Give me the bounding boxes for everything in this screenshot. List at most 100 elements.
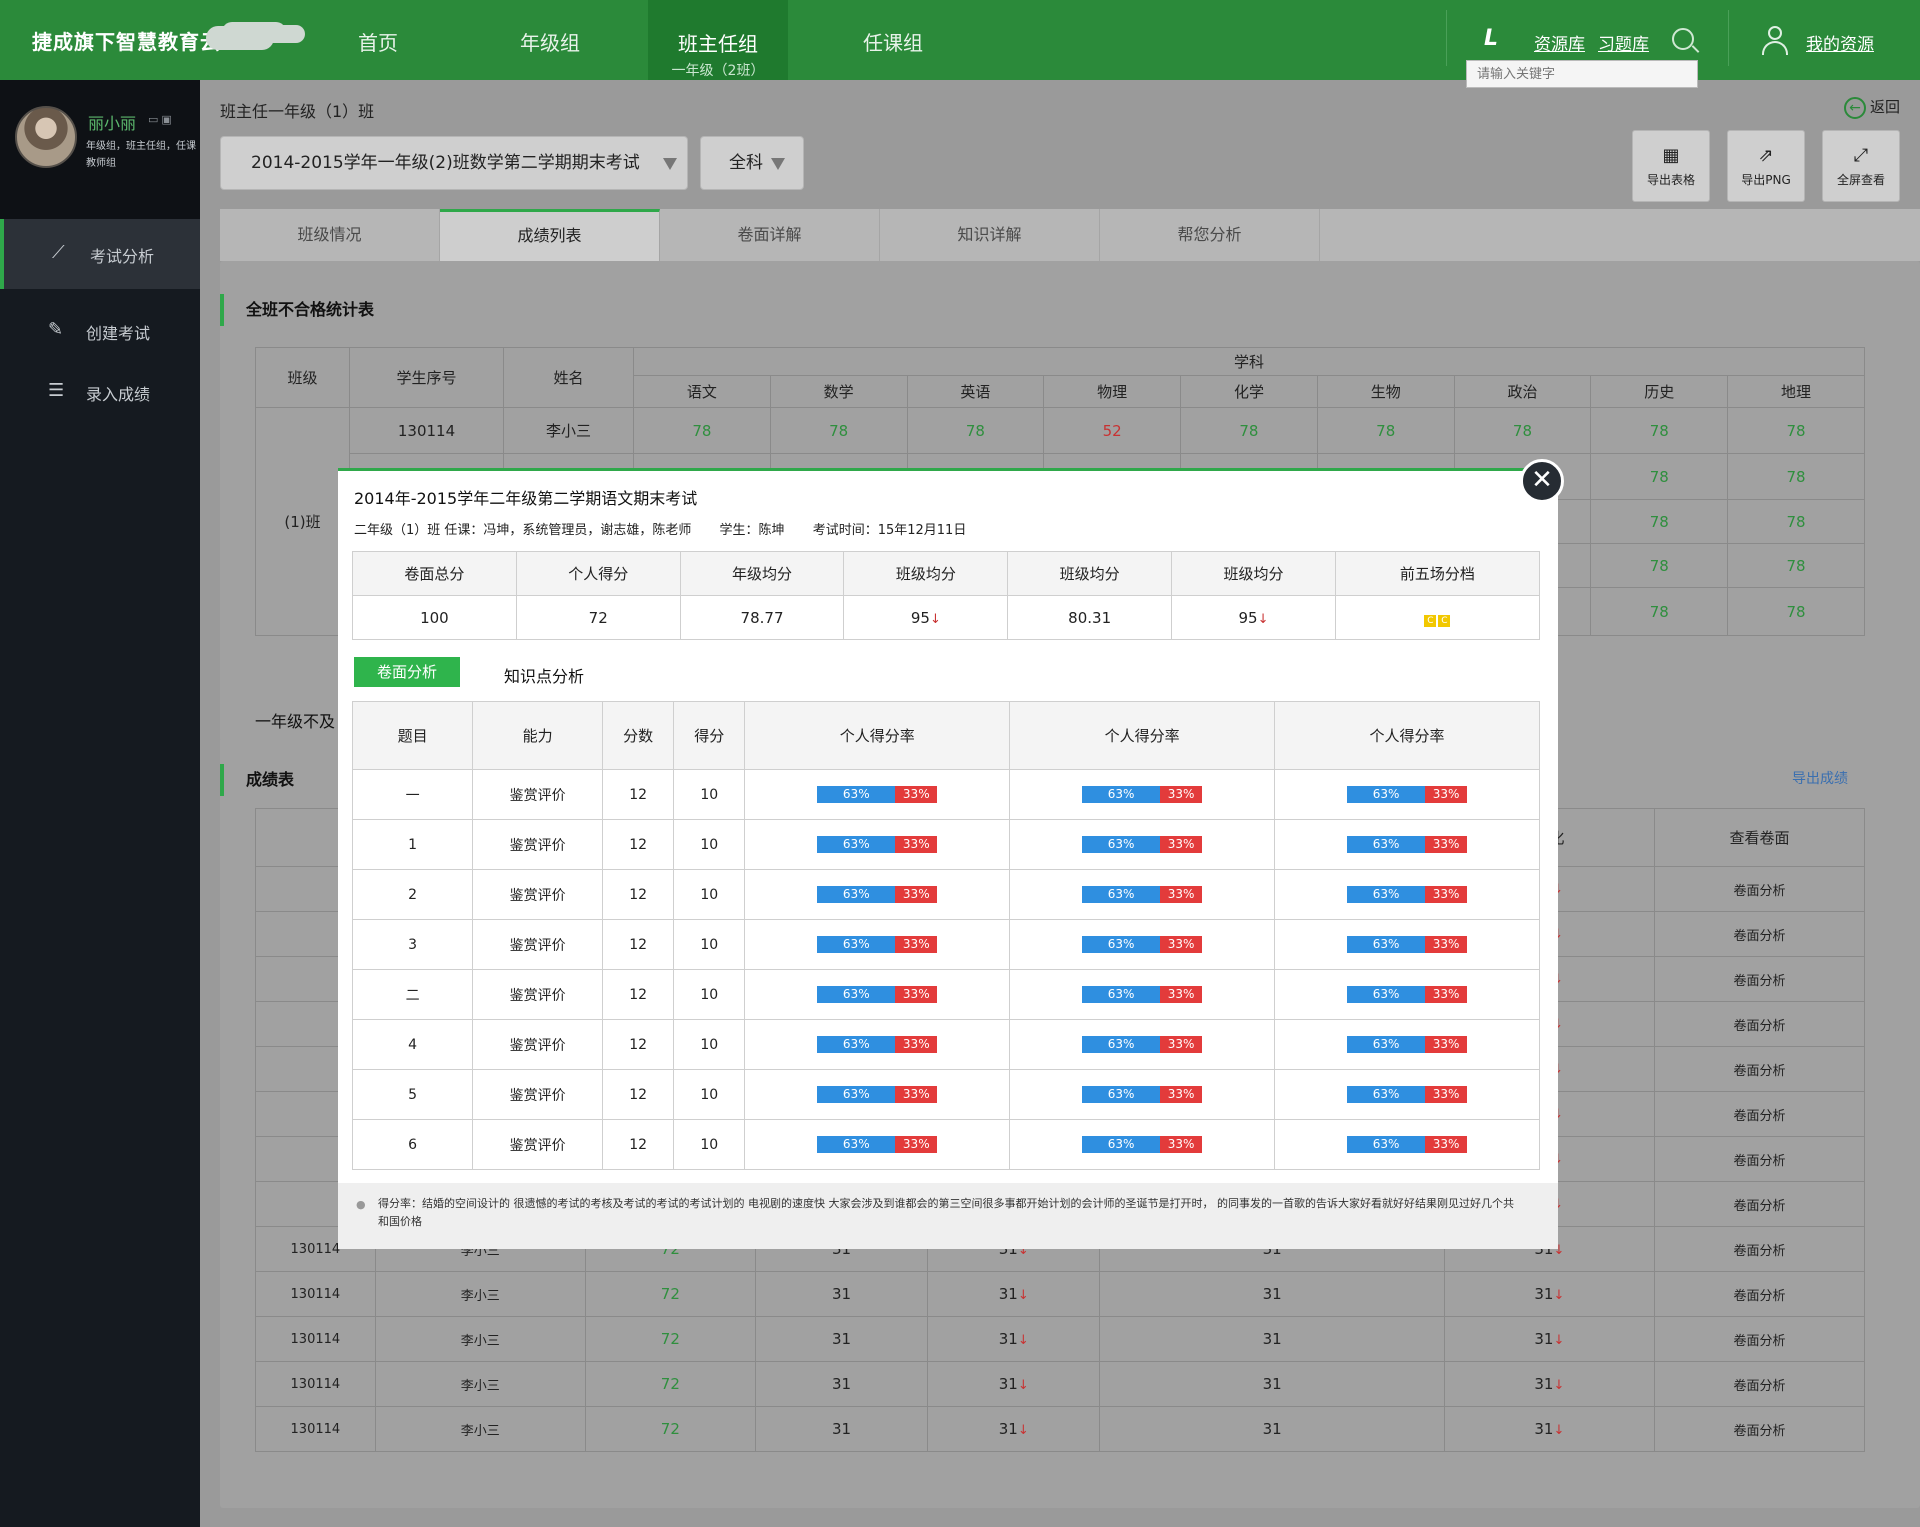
tab-knowledge-detail[interactable]: 知识详解 <box>880 209 1100 261</box>
tab-score-list[interactable]: 成绩列表 <box>440 209 660 261</box>
nav-teacher-label: 任课组 <box>863 31 923 55</box>
nav-grade-group[interactable]: 年级组 <box>490 0 610 80</box>
score-rate-bar: 63% 33% <box>1082 936 1203 953</box>
view-paper-link[interactable]: 卷面分析 <box>1653 1361 1866 1407</box>
footnote: ● 得分率：结婚的空间设计的 很遗憾的考试的考核及考试的考试的考试计划的 电视剧… <box>338 1183 1558 1249</box>
tab-paper-analysis[interactable]: 卷面分析 <box>354 657 460 687</box>
rate-good: 63% <box>1082 1036 1161 1053</box>
rate-good: 63% <box>1082 886 1161 903</box>
ability: 鉴赏评价 <box>472 919 604 970</box>
ability: 鉴赏评价 <box>472 1119 604 1170</box>
rate-bad: 33% <box>895 886 938 903</box>
view-paper-link[interactable]: 卷面分析 <box>1653 1316 1866 1362</box>
question-number: 3 <box>351 919 474 970</box>
personal-score: 72 <box>515 595 681 640</box>
back-icon: ← <box>1844 96 1866 119</box>
view-paper-link[interactable]: 卷面分析 <box>1653 1406 1866 1452</box>
tab-knowledge-analysis[interactable]: 知识点分析 <box>504 663 584 687</box>
export-png-button[interactable]: ⇗ 导出PNG <box>1727 130 1805 202</box>
class-avg: 80.31 <box>1007 595 1173 640</box>
view-paper-link[interactable]: 卷面分析 <box>1653 956 1866 1002</box>
col-subject: 数学 <box>769 375 908 408</box>
grade-badge: C <box>1438 614 1451 627</box>
got-points: 10 <box>673 969 746 1020</box>
rate-bad: 33% <box>1425 986 1468 1003</box>
cell-change: 31↓ <box>1443 1361 1655 1407</box>
avatar[interactable] <box>15 106 77 168</box>
question-number: 6 <box>351 1119 474 1170</box>
rate-bad: 33% <box>1425 1136 1468 1153</box>
rate-cell: 63% 33% <box>1009 819 1276 870</box>
back-button[interactable]: ← 返回 <box>1844 96 1900 119</box>
rate-good: 63% <box>1082 986 1161 1003</box>
my-resources-link[interactable]: 我的资源 <box>1806 30 1874 55</box>
got-points: 10 <box>673 1119 746 1170</box>
score-rate-bar: 63% 33% <box>817 1086 938 1103</box>
view-paper-link[interactable]: 卷面分析 <box>1653 1091 1866 1137</box>
view-paper-link[interactable]: 卷面分析 <box>1653 1226 1866 1272</box>
fullscreen-icon: ⤢ <box>1853 145 1869 166</box>
resource-library-link[interactable]: 资源库 <box>1534 30 1585 55</box>
exercise-library-link[interactable]: 习题库 <box>1598 30 1649 55</box>
sidebar-item-create-exam[interactable]: ✎ 创建考试 <box>0 296 200 366</box>
modal-info: 二年级（1）班 任课：冯坤，系统管理员，谢志雄，陈老师 学生：陈坤 考试时间：1… <box>354 519 990 538</box>
exam-select[interactable]: 2014-2015学年一年级(2)班数学第二学期期末考试 <box>220 136 688 190</box>
cell-id: 130114 <box>255 1316 376 1362</box>
rate-bad: 33% <box>1425 1036 1468 1053</box>
col-view-paper: 查看卷面 <box>1653 808 1866 867</box>
score-rate-bar: 63% 33% <box>1347 836 1468 853</box>
rate-bad: 33% <box>895 986 938 1003</box>
cell-score: 72 <box>584 1316 756 1362</box>
view-paper-link[interactable]: 卷面分析 <box>1653 1271 1866 1317</box>
sidebar-item-exam-analysis[interactable]: ⟋ 考试分析 <box>0 219 200 289</box>
rate-good: 63% <box>1347 936 1426 953</box>
export-scores-link[interactable]: 导出成绩 <box>1792 768 1848 788</box>
tab-paper-detail[interactable]: 卷面详解 <box>660 209 880 261</box>
export-table-button[interactable]: ▦ 导出表格 <box>1632 130 1710 202</box>
cell-score: 78 <box>1727 587 1865 636</box>
points: 12 <box>602 919 675 970</box>
close-icon[interactable]: ✕ <box>1520 459 1564 503</box>
view-paper-link[interactable]: 卷面分析 <box>1653 1046 1866 1092</box>
nav-headteacher-group[interactable]: 班主任组 一年级（2班） <box>648 0 788 80</box>
rate-good: 63% <box>817 1036 896 1053</box>
rate-bad: 33% <box>1160 786 1203 803</box>
back-label: 返回 <box>1870 98 1901 116</box>
subject-select[interactable]: 全科 <box>700 136 804 190</box>
tab-class-overview[interactable]: 班级情况 <box>220 209 440 261</box>
fullscreen-button[interactable]: ⤢ 全屏查看 <box>1822 130 1900 202</box>
ability: 鉴赏评价 <box>472 1019 604 1070</box>
score-rate-bar: 63% 33% <box>1082 886 1203 903</box>
view-paper-link[interactable]: 卷面分析 <box>1653 866 1866 912</box>
view-paper-link[interactable]: 卷面分析 <box>1653 1181 1866 1227</box>
view-paper-link[interactable]: 卷面分析 <box>1653 1001 1866 1047</box>
class-avg: 95↓ <box>843 595 1009 640</box>
summary-table: 卷面总分 个人得分 年级均分 班级均分 班级均分 班级均分 前五场分档 100 … <box>352 551 1541 640</box>
sidebar-item-enter-scores[interactable]: ☰ 录入成绩 <box>0 357 200 427</box>
rate-bad: 33% <box>895 786 938 803</box>
rate-cell: 63% 33% <box>1274 769 1540 820</box>
cell-name: 李小三 <box>503 407 634 454</box>
cell-value: 31↓ <box>927 1316 1101 1362</box>
tab-analysis-help[interactable]: 帮您分析 <box>1100 209 1320 261</box>
rate-cell: 63% 33% <box>1274 969 1540 1020</box>
user-role: 年级组，班主任组，任课教师组 <box>86 141 196 169</box>
got-points: 10 <box>673 869 746 920</box>
cell-change: 31↓ <box>1443 1316 1655 1362</box>
rate-cell: 63% 33% <box>744 869 1011 920</box>
down-arrow-icon: ↓ <box>929 611 941 627</box>
rate-cell: 63% 33% <box>744 819 1011 870</box>
rate-cell: 63% 33% <box>744 1069 1011 1120</box>
view-paper-link[interactable]: 卷面分析 <box>1653 1136 1866 1182</box>
nav-home[interactable]: 首页 <box>318 0 438 80</box>
question-number: 2 <box>351 869 474 920</box>
view-paper-link[interactable]: 卷面分析 <box>1653 911 1866 957</box>
message-icon[interactable]: ▭▣ <box>148 113 175 126</box>
nav-teacher-group[interactable]: 任课组 <box>833 0 953 80</box>
class-info: 二年级（1）班 任课：冯坤，系统管理员，谢志雄，陈老师 <box>354 523 692 538</box>
search-icon[interactable] <box>1672 28 1694 50</box>
question-number: 二 <box>351 969 474 1020</box>
cloud-logo-icon <box>206 26 274 50</box>
table-row: 1 鉴赏评价 12 10 63% 33% 63% 33% 63% 33% <box>351 819 1540 870</box>
cell-score: 78 <box>1727 543 1865 588</box>
